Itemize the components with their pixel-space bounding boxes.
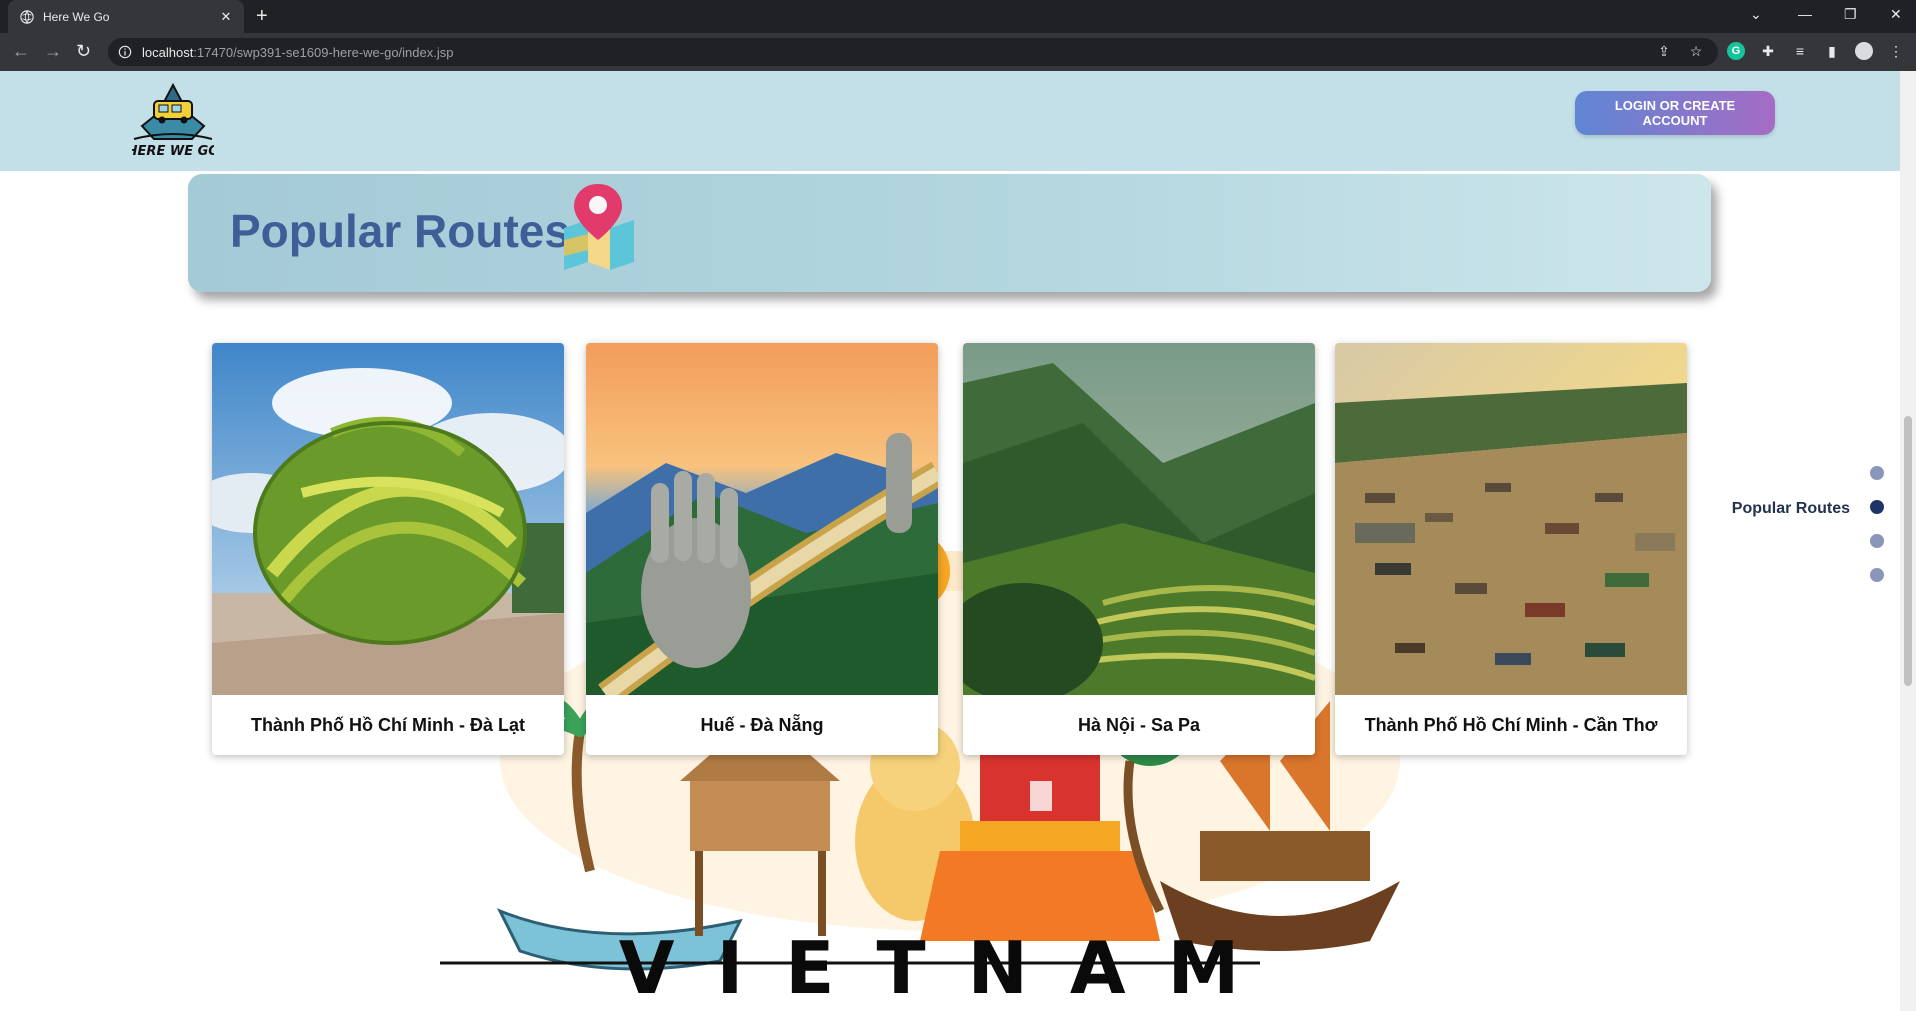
route-name[interactable]: Thành Phố Hồ Chí Minh - Đà Lạt [212, 695, 564, 755]
section-dot-4[interactable] [1870, 568, 1884, 582]
profile-avatar-icon[interactable] [1855, 42, 1873, 60]
browser-tab[interactable]: Here We Go ✕ [8, 0, 244, 33]
vietnam-wordmark: VIETNAM [618, 926, 1282, 1010]
window-close-icon[interactable]: ✕ [1890, 6, 1902, 23]
route-card[interactable]: Thành Phố Hồ Chí Minh - Đà Lạt [212, 343, 564, 755]
route-card[interactable]: Huế - Đà Nẵng [586, 343, 938, 755]
section-dot-1[interactable] [1870, 466, 1884, 480]
bookmark-star-icon[interactable]: ☆ [1687, 42, 1705, 60]
route-card[interactable]: Hà Nội - Sa Pa [963, 343, 1315, 755]
address-bar[interactable]: localhost:17470/swp391-se1609-here-we-go… [108, 38, 1718, 66]
route-name[interactable]: Hà Nội - Sa Pa [963, 695, 1315, 755]
page-viewport: HERE WE GO LOGIN OR CREATE ACCOUNT [0, 71, 1900, 1011]
popular-routes-banner: Popular Routes [188, 174, 1711, 292]
tab-title: Here We Go [43, 9, 110, 24]
active-section-label[interactable]: Popular Routes [1732, 500, 1850, 518]
side-panel-icon[interactable]: ▮ [1823, 42, 1841, 60]
login-or-create-account-button[interactable]: LOGIN OR CREATE ACCOUNT [1575, 91, 1775, 135]
reading-list-icon[interactable]: ≡ [1791, 42, 1809, 60]
route-photo-hue-danang [586, 343, 938, 695]
extensions-puzzle-icon[interactable]: ✚ [1759, 42, 1777, 60]
route-card[interactable]: Thành Phố Hồ Chí Minh - Cần Thơ [1335, 343, 1687, 755]
url-host: localhost [142, 44, 194, 60]
route-name[interactable]: Thành Phố Hồ Chí Minh - Cần Thơ [1335, 695, 1687, 755]
browser-tab-strip: Here We Go ✕ + ⌄ — ❐ ✕ [0, 0, 1916, 33]
close-tab-icon[interactable]: ✕ [218, 9, 234, 25]
new-tab-button[interactable]: + [256, 5, 268, 27]
site-header: HERE WE GO LOGIN OR CREATE ACCOUNT [0, 71, 1900, 171]
section-dot-active[interactable] [1870, 500, 1884, 514]
route-photo-dalat [212, 343, 564, 695]
tab-search-icon[interactable]: ⌄ [1750, 6, 1762, 23]
share-icon[interactable]: ⇪ [1655, 42, 1673, 60]
url-path: :17470/swp391-se1609-here-we-go/index.js… [193, 44, 454, 60]
section-dot-3[interactable] [1870, 534, 1884, 548]
section-dot-nav: Popular Routes [1730, 466, 1890, 616]
route-photo-hanoi-sapa [963, 343, 1315, 695]
section-title: Popular Routes [230, 205, 570, 257]
globe-icon [20, 9, 34, 24]
minimize-icon[interactable]: — [1798, 6, 1812, 22]
scrollbar-thumb[interactable] [1904, 416, 1912, 686]
restore-icon[interactable]: ❐ [1844, 6, 1857, 23]
browser-toolbar: ← → ↻ localhost:17470/swp391-se1609-here… [0, 33, 1916, 71]
route-photo-hcm-cantho [1335, 343, 1687, 695]
back-icon[interactable]: ← [12, 40, 30, 62]
logo-text: HERE WE GO [132, 144, 214, 159]
forward-icon[interactable]: → [44, 40, 62, 62]
page-scrollbar[interactable] [1900, 71, 1916, 1011]
browser-menu-icon[interactable]: ⋮ [1887, 42, 1905, 60]
site-info-icon[interactable] [118, 45, 132, 59]
here-we-go-logo[interactable]: HERE WE GO [132, 81, 214, 161]
reload-icon[interactable]: ↻ [76, 40, 91, 62]
grammarly-extension-icon[interactable]: G [1727, 42, 1745, 60]
route-name[interactable]: Huế - Đà Nẵng [586, 695, 938, 755]
map-pin-icon [564, 184, 634, 270]
